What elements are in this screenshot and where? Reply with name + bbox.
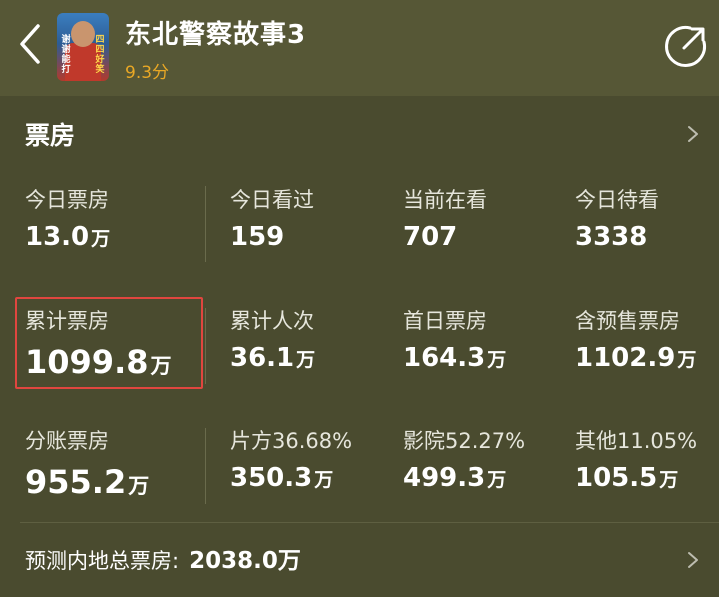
stat-value: 350.3 万 — [230, 463, 334, 493]
stat-today-box-office: 今日票房 13.0 万 — [25, 184, 110, 252]
stat-today-want-to-see: 今日待看 3338 — [575, 184, 659, 252]
stat-split-box-office: 分账票房 955.2万 — [25, 425, 149, 501]
stat-label: 片方36.68% — [230, 429, 353, 453]
forecast-row[interactable]: 预测内地总票房: 2038.0万 — [25, 541, 301, 575]
poster-text-left: 谢谢能打 — [61, 35, 71, 75]
stat-value: 3338 — [575, 222, 648, 252]
stat-label: 累计人次 — [230, 309, 314, 333]
forecast-value: 2038.0万 — [189, 548, 301, 574]
stat-other-share: 其他11.05% 105.5 万 — [575, 425, 697, 493]
chevron-right-icon — [688, 552, 698, 568]
stat-now-watching: 当前在看 707 — [403, 184, 487, 252]
share-icon — [665, 25, 707, 67]
separator — [205, 428, 206, 504]
top-bar: 谢谢能打 四四好笑 东北警察故事3 9.3分 — [0, 0, 719, 96]
stat-label: 含预售票房 — [575, 309, 680, 333]
stat-label: 当前在看 — [403, 188, 487, 212]
separator — [205, 308, 206, 384]
stat-total-admissions: 累计人次 36.1 万 — [230, 305, 315, 373]
stat-label: 影院52.27% — [403, 429, 526, 453]
forecast-label: 预测内地总票房: — [25, 549, 180, 573]
back-button[interactable] — [12, 22, 48, 66]
stat-total-box-office: 累计票房 1099.8万 — [25, 305, 171, 381]
stat-value: 1099.8万 — [25, 343, 172, 381]
chevron-right-icon — [688, 126, 698, 142]
stat-label: 分账票房 — [25, 429, 109, 453]
separator — [205, 186, 206, 262]
box-office-more-button[interactable] — [686, 124, 700, 144]
back-arrow-icon — [20, 24, 40, 64]
stat-value: 159 — [230, 222, 285, 252]
movie-poster[interactable]: 谢谢能打 四四好笑 — [57, 13, 109, 81]
poster-text-right: 四四好笑 — [95, 35, 105, 75]
stat-label: 今日票房 — [25, 188, 109, 212]
divider — [20, 522, 719, 523]
stat-value: 707 — [403, 222, 458, 252]
stat-label: 首日票房 — [403, 309, 487, 333]
stat-value: 499.3 万 — [403, 463, 507, 493]
stat-label: 今日看过 — [230, 188, 314, 212]
stat-first-day-box-office: 首日票房 164.3 万 — [403, 305, 506, 373]
stat-label: 其他11.05% — [575, 429, 698, 453]
share-button[interactable] — [664, 24, 708, 68]
forecast-more-button[interactable] — [686, 550, 700, 570]
stat-value: 164.3 万 — [403, 343, 507, 373]
movie-title: 东北警察故事3 — [125, 20, 307, 50]
stat-value: 36.1 万 — [230, 343, 316, 373]
stat-value: 1102.9 万 — [575, 343, 697, 373]
stat-today-watched: 今日看过 159 — [230, 184, 314, 252]
stat-producer-share: 片方36.68% 350.3 万 — [230, 425, 352, 493]
stat-incl-presale-box-office: 含预售票房 1102.9 万 — [575, 305, 696, 373]
stat-value: 105.5 万 — [575, 463, 679, 493]
stat-cinema-share: 影院52.27% 499.3 万 — [403, 425, 525, 493]
stat-value: 955.2万 — [25, 463, 150, 501]
movie-score: 9.3分 — [125, 63, 170, 83]
stat-value: 13.0 万 — [25, 222, 111, 252]
stat-label: 累计票房 — [25, 309, 109, 333]
box-office-title: 票房 — [25, 121, 76, 150]
stat-label: 今日待看 — [575, 188, 659, 212]
